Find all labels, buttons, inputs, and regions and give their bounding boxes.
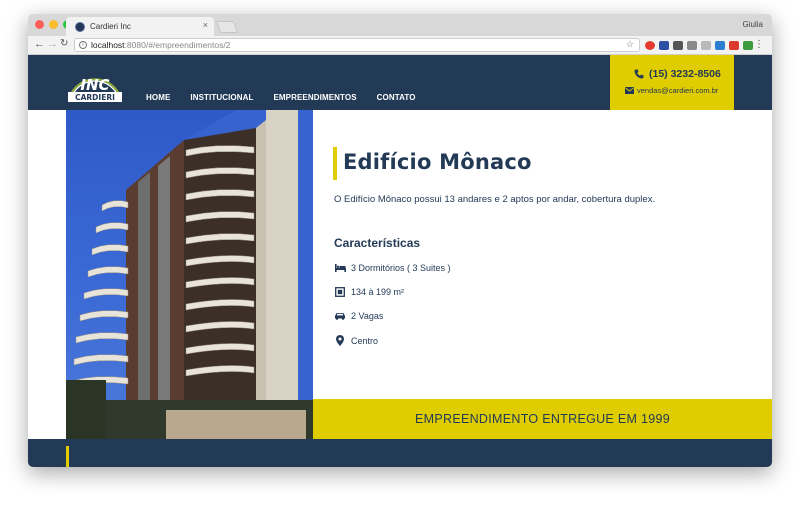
- tab-strip: Cardieri Inc × Giulia: [28, 14, 772, 36]
- url-host: localhost: [91, 40, 125, 50]
- address-bar[interactable]: i localhost :8080/#/empreendimentos/2 ☆: [74, 38, 640, 52]
- url-path: :8080/#/empreendimentos/2: [124, 40, 231, 50]
- site-logo[interactable]: INC CARDIERI: [66, 65, 124, 103]
- contact-box: (15) 3232-8506 vendas@cardieri.com.br: [610, 55, 734, 110]
- feature-text: 3 Dormitórios ( 3 Suites ): [351, 263, 451, 273]
- forward-arrow-icon[interactable]: →: [47, 38, 58, 50]
- info-icon[interactable]: i: [79, 41, 87, 49]
- property-title: Edifício Mônaco: [343, 150, 532, 174]
- opera-extension-icon[interactable]: [645, 41, 655, 50]
- profile-name[interactable]: Giulia: [743, 20, 763, 29]
- info-extension-icon[interactable]: [659, 41, 669, 50]
- feature-text: 2 Vagas: [351, 311, 384, 321]
- mail-extension-icon[interactable]: [673, 41, 683, 50]
- bed-icon: [334, 264, 346, 272]
- footer-accent-bar: [66, 446, 69, 467]
- email-link[interactable]: vendas@cardieri.com.br: [625, 86, 718, 95]
- building-photo: [66, 110, 313, 439]
- browser-menu-icon[interactable]: ⋮: [754, 39, 764, 50]
- feature-parking: 2 Vagas: [334, 311, 383, 321]
- feature-text: 134 à 199 m²: [351, 287, 405, 297]
- logo-top-text: INC: [80, 76, 109, 94]
- feature-location: Centro: [334, 335, 378, 346]
- area-icon: [334, 287, 346, 297]
- footer-section: [28, 439, 772, 467]
- tab-title: Cardieri Inc: [90, 22, 131, 31]
- nav-institucional[interactable]: INSTITUCIONAL: [190, 93, 253, 102]
- phone-number: (15) 3232-8506: [649, 68, 721, 80]
- car-icon: [334, 312, 346, 320]
- bookmark-star-icon[interactable]: ☆: [626, 39, 634, 50]
- nav-contato[interactable]: CONTATO: [377, 93, 416, 102]
- logo-bottom-text: CARDIERI: [75, 93, 115, 102]
- list-extension-icon[interactable]: [687, 41, 697, 50]
- back-arrow-icon[interactable]: ←: [34, 38, 45, 50]
- reload-icon[interactable]: ↻: [60, 38, 68, 49]
- gift-extension-icon[interactable]: [729, 41, 739, 50]
- feature-area: 134 à 199 m²: [334, 287, 404, 297]
- property-details: Edifício Mônaco O Edifício Mônaco possui…: [313, 110, 772, 399]
- minimize-window-button[interactable]: [49, 20, 58, 29]
- feature-text: Centro: [351, 335, 379, 346]
- map-marker-icon: [334, 335, 346, 346]
- cloud-extension-icon[interactable]: [701, 41, 711, 50]
- user-extension-icon[interactable]: [715, 41, 725, 50]
- tab-close-icon[interactable]: ×: [203, 20, 208, 30]
- new-tab-button[interactable]: [215, 21, 239, 33]
- nav-empreendimentos[interactable]: EMPREENDIMENTOS: [273, 93, 356, 102]
- web-page: INC CARDIERI HOME INSTITUCIONAL EMPREEND…: [28, 55, 772, 467]
- main-nav: HOME INSTITUCIONAL EMPREENDIMENTOS CONTA…: [146, 93, 416, 102]
- email-address: vendas@cardieri.com.br: [637, 86, 719, 95]
- title-accent-bar: [333, 147, 337, 180]
- close-window-button[interactable]: [35, 20, 44, 29]
- browser-window: Cardieri Inc × Giulia ← → ↻ i localhost …: [28, 14, 772, 467]
- phone-icon: [634, 69, 644, 79]
- nav-home[interactable]: HOME: [146, 93, 170, 102]
- browser-tab[interactable]: Cardieri Inc ×: [66, 17, 214, 36]
- envelope-icon: [625, 87, 634, 94]
- delivered-banner: EMPREENDIMENTO ENTREGUE EM 1999: [313, 399, 772, 439]
- phone-link[interactable]: (15) 3232-8506: [634, 68, 721, 80]
- property-description: O Edifício Mônaco possui 13 andares e 2 …: [334, 194, 656, 205]
- shield-extension-icon[interactable]: [743, 41, 753, 50]
- site-header: INC CARDIERI HOME INSTITUCIONAL EMPREEND…: [28, 55, 772, 110]
- browser-toolbar: ← → ↻ i localhost :8080/#/empreendimento…: [28, 36, 772, 55]
- characteristics-heading: Características: [334, 236, 421, 250]
- feature-bedrooms: 3 Dormitórios ( 3 Suites ): [334, 263, 451, 273]
- favicon-icon: [75, 21, 85, 32]
- delivered-text: EMPREENDIMENTO ENTREGUE EM 1999: [415, 412, 670, 426]
